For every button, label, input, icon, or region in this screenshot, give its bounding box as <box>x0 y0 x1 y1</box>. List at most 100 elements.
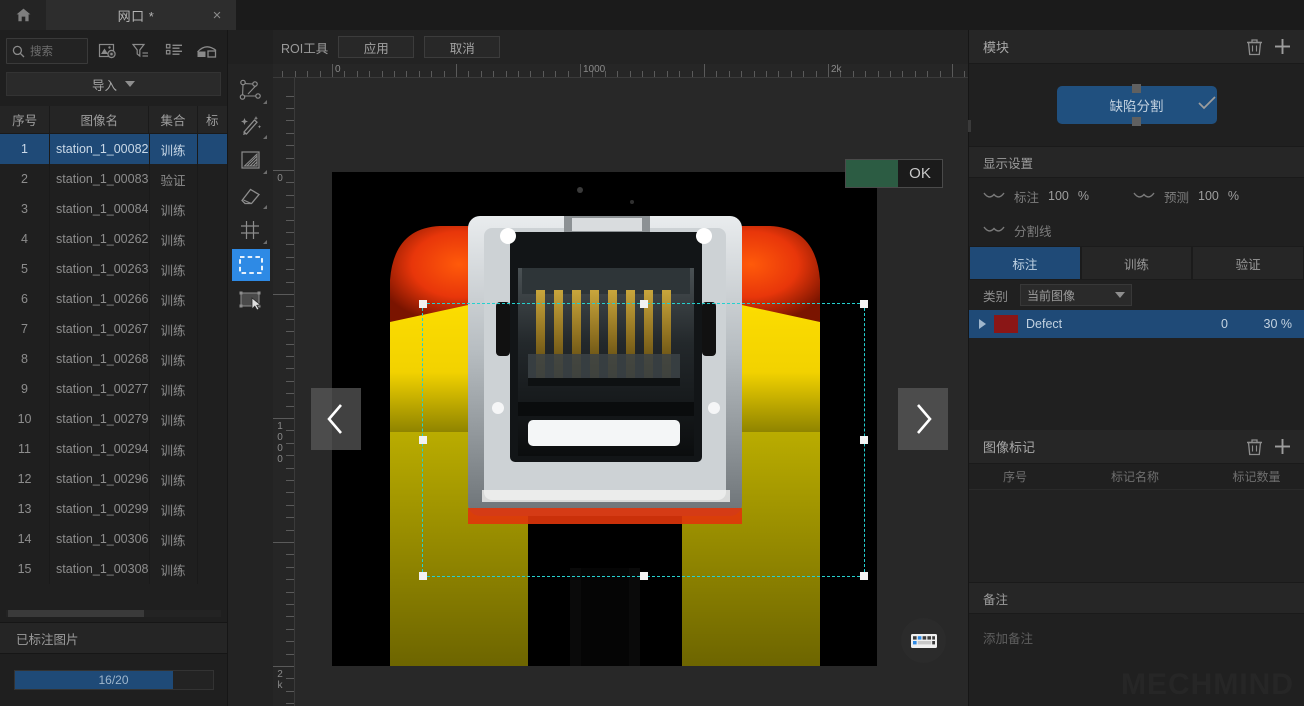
cell-image-name: station_1_00266 <box>56 292 149 306</box>
ruler-tick <box>286 281 294 283</box>
horizontal-ruler[interactable]: 0 1000 2k <box>273 64 968 78</box>
ruler-tick <box>286 157 294 159</box>
table-row[interactable]: 15 station_1_00308 训练 <box>0 554 227 584</box>
ruler-tick <box>286 480 294 481</box>
cell-image-name: station_1_00262 <box>56 232 149 246</box>
column-header-index[interactable]: 序号 <box>0 106 49 133</box>
home-button[interactable] <box>0 0 46 30</box>
grid-tool-icon[interactable] <box>232 214 270 246</box>
display-toggle-annotation[interactable]: 标注 100 % <box>983 187 1133 206</box>
table-row[interactable]: 10 station_1_00279 训练 <box>0 404 227 434</box>
table-row[interactable]: 3 station_1_00084 训练 <box>0 194 227 224</box>
cell-set: 训练 <box>160 413 186 428</box>
table-row[interactable]: 14 station_1_00306 训练 <box>0 524 227 554</box>
watermark: MECHMIND <box>1121 668 1294 701</box>
tab-training[interactable]: 训练 <box>1080 246 1193 280</box>
resize-handle-top-center[interactable] <box>639 300 648 308</box>
image-settings-icon[interactable] <box>94 38 121 64</box>
scrollbar-thumb[interactable] <box>8 610 144 617</box>
next-image-button[interactable] <box>898 388 948 450</box>
panel-resize-handle[interactable] <box>968 120 971 132</box>
class-row-defect[interactable]: Defect 0 30 % <box>969 310 1304 338</box>
compare-shape-icon[interactable] <box>194 38 221 64</box>
window-tab-network-port[interactable]: 网口 * × <box>46 0 236 30</box>
plus-icon[interactable] <box>1268 33 1296 61</box>
ruler-tick <box>286 244 294 246</box>
trash-icon[interactable] <box>1240 33 1268 61</box>
import-button[interactable]: 导入 <box>6 72 221 96</box>
tab-validation[interactable]: 验证 <box>1192 246 1304 280</box>
roi-selection-rectangle[interactable] <box>419 300 868 580</box>
ruler-tick <box>778 71 780 77</box>
cell-annotated <box>198 254 227 284</box>
image-viewport[interactable]: OK <box>295 78 968 706</box>
list-view-icon[interactable] <box>161 38 188 64</box>
transform-tool-icon[interactable] <box>232 284 270 316</box>
cell-annotated <box>198 404 227 434</box>
cell-index: 15 <box>17 562 32 576</box>
check-icon[interactable] <box>1197 95 1217 116</box>
filter-icon[interactable] <box>127 38 154 64</box>
resize-handle-bottom-right[interactable] <box>860 572 868 580</box>
table-row[interactable]: 6 station_1_00266 训练 <box>0 284 227 314</box>
ruler-tick <box>406 71 408 77</box>
resize-handle-top-left[interactable] <box>419 300 427 308</box>
table-row[interactable]: 9 station_1_00277 训练 <box>0 374 227 404</box>
search-input[interactable]: 搜索 <box>6 38 89 64</box>
display-toggle-prediction[interactable]: 预测 100 % <box>1133 187 1239 206</box>
column-header-annotated[interactable]: 标 <box>198 106 227 133</box>
ruler-label: 1000 <box>583 64 606 75</box>
eraser-tool-icon[interactable] <box>232 179 270 211</box>
plus-icon[interactable] <box>1268 433 1296 461</box>
class-count: 0 <box>1221 317 1228 331</box>
table-row[interactable]: 1 station_1_00082 训练 <box>0 134 227 164</box>
resize-handle-bottom-left[interactable] <box>419 572 427 580</box>
resize-handle-middle-right[interactable] <box>860 436 868 444</box>
ruler-tick <box>286 108 294 109</box>
column-header-image-name[interactable]: 图像名 <box>50 106 148 133</box>
fill-shape-tool-icon[interactable] <box>232 144 270 176</box>
table-row[interactable]: 8 station_1_00268 训练 <box>0 344 227 374</box>
cancel-button[interactable]: 取消 <box>424 36 501 58</box>
table-row[interactable]: 12 station_1_00296 训练 <box>0 464 227 494</box>
ruler-tick <box>286 504 294 506</box>
resize-handle-top-right[interactable] <box>860 300 868 308</box>
module-connector-bottom[interactable] <box>1132 117 1141 126</box>
close-icon[interactable]: × <box>208 7 226 24</box>
table-row[interactable]: 13 station_1_00299 训练 <box>0 494 227 524</box>
column-header-set[interactable]: 集合 <box>149 106 196 133</box>
apply-button[interactable]: 应用 <box>338 36 415 58</box>
chevron-right-icon[interactable] <box>979 319 986 329</box>
magic-wand-tool-icon[interactable] <box>232 109 270 141</box>
note-input[interactable]: 添加备注 MECHMIND <box>969 614 1304 706</box>
keyboard-shortcuts-button[interactable] <box>901 618 946 663</box>
cell-set: 训练 <box>160 293 186 308</box>
table-row[interactable]: 7 station_1_00267 训练 <box>0 314 227 344</box>
table-row[interactable]: 4 station_1_00262 训练 <box>0 224 227 254</box>
ruler-tick <box>344 71 346 77</box>
ruler-tick <box>679 71 681 77</box>
class-color-swatch[interactable] <box>994 315 1018 333</box>
tab-validation-label: 验证 <box>1235 257 1261 272</box>
table-row[interactable]: 11 station_1_00294 训练 <box>0 434 227 464</box>
tab-annotation[interactable]: 标注 <box>969 246 1081 280</box>
vertical-ruler[interactable]: 0 1000 2k <box>273 78 295 706</box>
display-toggle-split-line[interactable]: 分割线 <box>983 221 1052 240</box>
polygon-tool-icon[interactable] <box>232 74 270 106</box>
ruler-tick <box>286 492 294 494</box>
table-row[interactable]: 2 station_1_00083 验证 <box>0 164 227 194</box>
table-row[interactable]: 5 station_1_00263 训练 <box>0 254 227 284</box>
category-select[interactable]: 当前图像 <box>1020 284 1133 306</box>
scrollbar-track[interactable] <box>6 610 221 617</box>
resize-handle-middle-left[interactable] <box>419 436 427 444</box>
previous-image-button[interactable] <box>311 388 361 450</box>
display-split-line-label: 分割线 <box>1014 224 1052 239</box>
module-connector-top[interactable] <box>1132 84 1141 93</box>
cell-set: 训练 <box>160 323 186 338</box>
cell-index: 8 <box>21 352 28 366</box>
rectangle-select-tool-icon[interactable] <box>231 249 270 281</box>
trash-icon[interactable] <box>1240 433 1268 461</box>
ruler-tick <box>877 71 879 77</box>
resize-handle-bottom-center[interactable] <box>639 572 648 580</box>
display-annotation-value: 100 <box>1048 189 1069 203</box>
